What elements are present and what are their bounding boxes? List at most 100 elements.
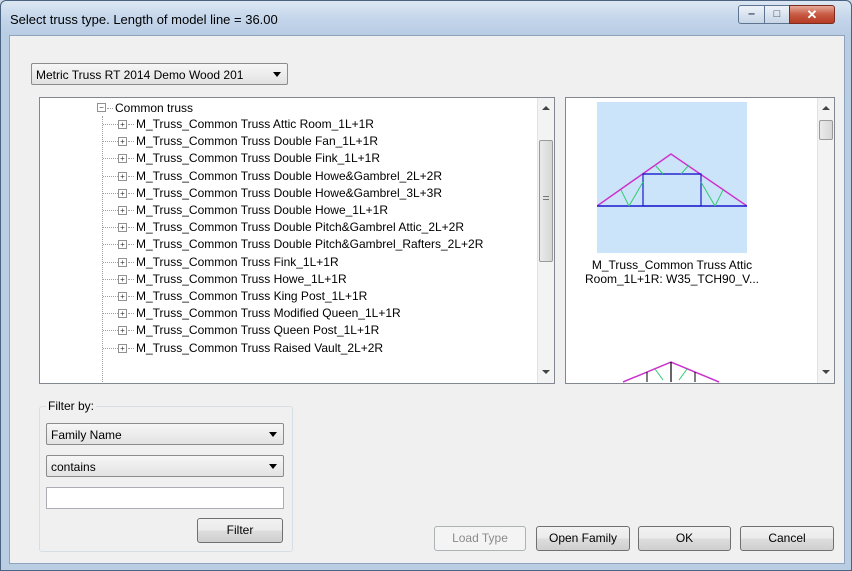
tree-node-truss-family[interactable]: M_Truss_Common Truss Double Pitch&Gambre… <box>136 236 483 252</box>
tree-connector <box>103 175 118 177</box>
scroll-down-icon[interactable] <box>822 370 830 374</box>
tree-connector <box>128 210 134 211</box>
preview-caption-line1: M_Truss_Common Truss Attic <box>591 258 753 272</box>
tree-connector <box>103 192 118 194</box>
expand-icon[interactable]: + <box>118 171 127 181</box>
minimize-icon: ‒ <box>748 8 755 20</box>
tree-node-truss-family[interactable]: M_Truss_Common Truss Double Howe&Gambrel… <box>136 168 442 184</box>
tree-node-truss-family[interactable]: M_Truss_Common Truss Double Howe&Gambrel… <box>136 185 442 201</box>
chevron-down-icon <box>269 464 277 469</box>
truss-preview-panel[interactable]: M_Truss_Common Truss Attic Room_1L+1R: W… <box>565 97 835 384</box>
tree-connector <box>103 313 118 315</box>
tree-node-common-truss[interactable]: Common truss <box>115 100 193 116</box>
truss-type-dialog: Select truss type. Length of model line … <box>0 0 852 571</box>
expand-icon[interactable]: + <box>118 120 127 129</box>
tree-connector <box>128 141 134 143</box>
dialog-title: Select truss type. Length of model line … <box>10 12 278 27</box>
cancel-button[interactable]: Cancel <box>740 526 834 551</box>
tree-node-truss-family[interactable]: M_Truss_Common Truss Modified Queen_1L+1… <box>136 305 401 321</box>
preview-vertical-scrollbar[interactable] <box>817 98 834 383</box>
tree-node-truss-family[interactable]: M_Truss_Common Truss Double Fan_1L+1R <box>136 133 378 149</box>
filter-field-select[interactable]: Family Name <box>46 423 284 445</box>
ok-button[interactable]: OK <box>638 526 731 551</box>
tree-node-truss-family[interactable]: M_Truss_Common Truss Fink_1L+1R <box>136 254 339 270</box>
tree-node-truss-family[interactable]: M_Truss_Common Truss Double Pitch&Gambre… <box>136 219 464 235</box>
truss-tree-panel[interactable]: − Common truss + M_Truss_Common Truss Att… <box>39 97 555 384</box>
tree-connector <box>128 278 134 280</box>
expand-icon[interactable]: + <box>118 343 127 353</box>
tree-node-truss-family[interactable]: M_Truss_Common Truss Double Fink_1L+1R <box>136 150 380 166</box>
filter-group-label: Filter by: <box>46 399 97 413</box>
expand-icon[interactable]: + <box>118 223 127 233</box>
filter-text-input[interactable] <box>46 487 284 509</box>
scrollbar-thumb[interactable] <box>539 140 553 262</box>
expand-icon[interactable]: + <box>118 206 127 215</box>
tree-connector <box>128 158 134 160</box>
grip-icon <box>543 196 549 200</box>
minimize-button[interactable]: ‒ <box>738 5 765 24</box>
tree-connector <box>103 124 118 125</box>
tree-connector <box>103 330 118 332</box>
tree-connector <box>103 244 118 246</box>
expand-icon[interactable]: + <box>118 257 127 267</box>
collapse-icon[interactable]: − <box>97 103 106 112</box>
truss-attic-thumbnail <box>596 102 748 253</box>
tree-connector <box>128 244 134 246</box>
scrollbar-thumb[interactable] <box>819 120 833 140</box>
expand-icon[interactable]: + <box>118 326 127 336</box>
tree-connector <box>103 296 118 297</box>
selection-highlight <box>597 102 747 253</box>
tree-connector <box>107 108 113 109</box>
expand-icon[interactable]: + <box>118 274 127 284</box>
tree-node-truss-family[interactable]: M_Truss_Common Truss Queen Post_1L+1R <box>136 322 379 338</box>
maximize-button[interactable]: □ <box>764 5 790 24</box>
preview-item-selected[interactable] <box>596 102 748 253</box>
chevron-down-icon <box>269 432 277 437</box>
tree-connector <box>103 261 118 263</box>
truss-library-select[interactable]: Metric Truss RT 2014 Demo Wood 201 <box>31 63 288 85</box>
filter-button[interactable]: Filter <box>197 518 283 543</box>
expand-icon[interactable]: + <box>118 137 127 147</box>
tree-node-truss-family[interactable]: M_Truss_Common Truss King Post_1L+1R <box>136 288 367 304</box>
tree-connector <box>128 227 134 229</box>
title-bar: Select truss type. Length of model line … <box>1 1 851 35</box>
expand-icon[interactable]: + <box>118 309 127 319</box>
tree-vertical-scrollbar[interactable] <box>537 98 554 383</box>
preview-caption-line2: Room_1L+1R: W35_TCH90_V... <box>585 272 759 286</box>
tree-connector <box>103 141 118 143</box>
tree-connector <box>128 124 134 125</box>
tree-connector <box>103 158 118 160</box>
filter-operator-select[interactable]: contains <box>46 455 284 477</box>
tree-connector <box>103 347 118 349</box>
tree-connector <box>128 192 134 194</box>
tree-connector <box>128 313 134 315</box>
tree-node-truss-family[interactable]: M_Truss_Common Truss Howe_1L+1R <box>136 271 347 287</box>
truss-library-value: Metric Truss RT 2014 Demo Wood 201 <box>36 68 244 82</box>
tree-connector <box>128 330 134 332</box>
tree-node-truss-family[interactable]: M_Truss_Common Truss Attic Room_1L+1R <box>136 116 374 132</box>
tree-connector <box>103 278 118 280</box>
dialog-body: Metric Truss RT 2014 Demo Wood 201 − Com… <box>9 35 845 564</box>
tree-connector <box>103 210 118 211</box>
tree-node-truss-family[interactable]: M_Truss_Common Truss Raised Vault_2L+2R <box>136 340 383 356</box>
scroll-up-icon[interactable] <box>542 106 550 110</box>
expand-icon[interactable]: + <box>118 240 127 250</box>
close-icon: ✕ <box>806 7 818 22</box>
expand-icon[interactable]: + <box>118 292 127 301</box>
truss-next-thumbnail <box>622 361 720 383</box>
close-button[interactable]: ✕ <box>789 5 835 24</box>
scroll-down-icon[interactable] <box>542 370 550 374</box>
expand-icon[interactable]: + <box>118 188 127 198</box>
load-type-button[interactable]: Load Type <box>434 526 526 551</box>
scroll-up-icon[interactable] <box>822 106 830 110</box>
tree-node-truss-family[interactable]: M_Truss_Common Truss Double Howe_1L+1R <box>136 202 388 218</box>
open-family-button[interactable]: Open Family <box>536 526 630 551</box>
tree-connector <box>103 227 118 229</box>
preview-item-next[interactable] <box>597 360 747 383</box>
tree-connector <box>128 175 134 177</box>
preview-caption: M_Truss_Common Truss Attic Room_1L+1R: W… <box>572 258 772 286</box>
expand-icon[interactable]: + <box>118 154 127 164</box>
web-member <box>654 368 664 381</box>
tree-connector <box>128 261 134 263</box>
filter-operator-value: contains <box>51 460 96 474</box>
